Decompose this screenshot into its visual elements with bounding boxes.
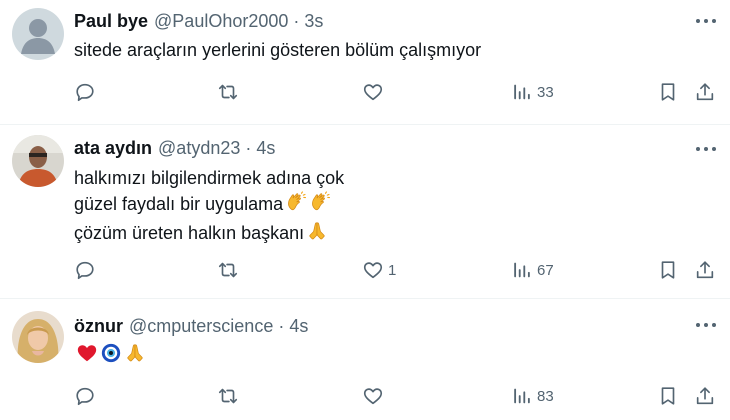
display-name[interactable]: ata aydın	[74, 138, 152, 159]
share-icon	[696, 83, 714, 101]
more-icon[interactable]	[696, 18, 716, 24]
display-name[interactable]: Paul bye	[74, 11, 148, 32]
more-icon[interactable]	[696, 322, 716, 328]
share-button[interactable]	[694, 384, 716, 408]
separator: ·	[278, 315, 285, 336]
share-button[interactable]	[694, 80, 716, 104]
tweet-text-line: sitede araçların yerlerini gösteren bölü…	[74, 40, 482, 60]
tweet-3[interactable]: öznur @cmputerscience · 4s 83	[0, 298, 730, 420]
like-button[interactable]	[362, 80, 388, 104]
like-icon	[363, 388, 383, 405]
separator: ·	[293, 10, 300, 31]
view-count: 67	[537, 261, 554, 279]
share-icon	[696, 387, 714, 405]
reply-icon	[76, 261, 94, 280]
bookmark-button[interactable]	[657, 258, 679, 282]
tweet-text: sitede araçların yerlerini gösteren bölü…	[74, 37, 481, 63]
bookmark-icon	[661, 261, 675, 279]
tweet-1[interactable]: Paul bye @PaulOhor2000 · 3s sitede araçl…	[0, 0, 730, 124]
tweet-text-line: halkımızı bilgilendirmek adına çok	[74, 168, 345, 188]
folded-hands-emoji	[306, 220, 328, 249]
tweet-header: öznur @cmputerscience · 4s	[74, 315, 308, 337]
tweet-2[interactable]: ata aydın @atydn23 · 4s halkımızı bilgil…	[0, 124, 730, 298]
tweet-header: ata aydın @atydn23 · 4s	[74, 137, 275, 159]
retweet-icon	[218, 262, 238, 278]
tweet-text-line: çözüm üreten halkın başkanı	[74, 223, 305, 243]
bookmark-icon	[661, 83, 675, 101]
tweet-emoji-line	[74, 342, 146, 371]
view-count: 33	[537, 83, 554, 101]
photo-avatar-icon	[12, 311, 64, 363]
display-name[interactable]: öznur	[74, 316, 123, 337]
tweet-text: halkımızı bilgilendirmek adına çok güzel…	[74, 165, 344, 249]
like-count: 1	[388, 261, 397, 279]
photo-avatar-icon	[12, 135, 64, 187]
tweet-text-line-with-emoji: güzel faydalı bir uygulama	[74, 191, 344, 220]
timestamp[interactable]: 4s	[256, 138, 275, 159]
red-heart-emoji	[76, 342, 98, 371]
views-button[interactable]: 33	[511, 80, 554, 104]
separator: ·	[245, 137, 252, 158]
avatar-ata-aydin[interactable]	[12, 135, 64, 187]
clapping-hands-emoji	[309, 191, 331, 220]
bookmark-button[interactable]	[657, 80, 679, 104]
avatar-oznur[interactable]	[12, 311, 64, 363]
more-icon[interactable]	[696, 146, 716, 152]
tweet-actions: 83	[74, 384, 716, 408]
timestamp[interactable]: 4s	[289, 316, 308, 337]
retweet-icon	[218, 84, 238, 100]
views-icon	[514, 388, 530, 404]
views-icon	[514, 84, 530, 100]
share-icon	[696, 261, 714, 279]
retweet-button[interactable]	[217, 384, 239, 408]
reply-icon	[76, 83, 94, 102]
retweet-button[interactable]	[217, 258, 239, 282]
share-button[interactable]	[694, 258, 716, 282]
retweet-button[interactable]	[217, 80, 239, 104]
reply-button[interactable]	[74, 80, 96, 104]
like-icon	[363, 84, 383, 101]
default-avatar-icon	[12, 8, 64, 60]
tweet-text-line: güzel faydalı bir uygulama	[74, 194, 284, 214]
view-count: 83	[537, 387, 554, 405]
reply-button[interactable]	[74, 258, 96, 282]
tweet-header: Paul bye @PaulOhor2000 · 3s	[74, 10, 323, 32]
folded-hands-emoji	[124, 342, 146, 371]
user-handle[interactable]: @cmputerscience	[129, 316, 273, 337]
user-handle[interactable]: @PaulOhor2000	[154, 11, 288, 32]
tweet-text-line-with-emoji: çözüm üreten halkın başkanı	[74, 220, 344, 249]
views-button[interactable]: 67	[511, 258, 554, 282]
user-handle[interactable]: @atydn23	[158, 138, 240, 159]
bookmark-icon	[661, 387, 675, 405]
tweet-text	[74, 342, 146, 371]
tweet-actions: 1 67	[74, 258, 716, 282]
avatar-paul-bye[interactable]	[12, 8, 64, 60]
tweet-actions: 33	[74, 80, 716, 104]
clapping-hands-emoji	[285, 191, 307, 220]
like-icon	[363, 262, 383, 279]
reply-button[interactable]	[74, 384, 96, 408]
views-icon	[514, 262, 530, 278]
reply-icon	[76, 387, 94, 406]
retweet-icon	[218, 388, 238, 404]
bookmark-button[interactable]	[657, 384, 679, 408]
nazar-amulet-emoji	[100, 342, 122, 371]
timestamp[interactable]: 3s	[304, 11, 323, 32]
views-button[interactable]: 83	[511, 384, 554, 408]
like-button[interactable]	[362, 384, 388, 408]
like-button[interactable]: 1	[362, 258, 396, 282]
